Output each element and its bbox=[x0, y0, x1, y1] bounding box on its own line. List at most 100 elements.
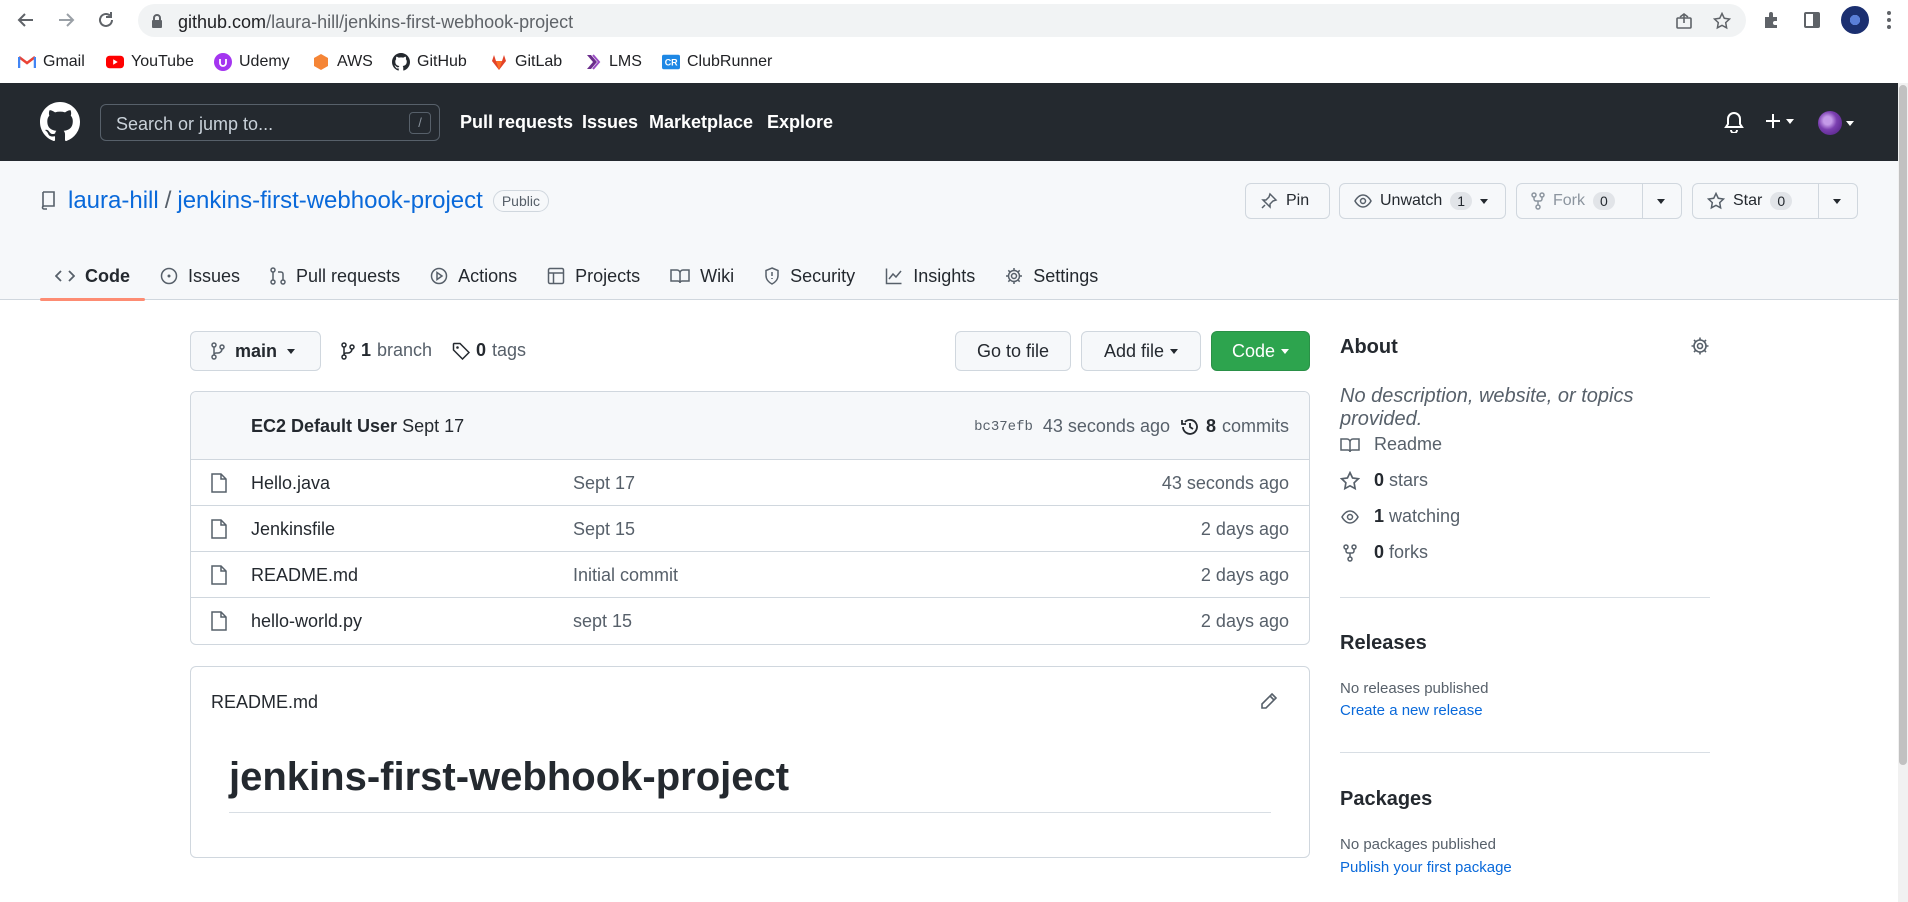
chevron-down-icon bbox=[1833, 198, 1841, 204]
nav-explore[interactable]: Explore bbox=[767, 112, 833, 133]
stars-link[interactable]: 0 stars bbox=[1340, 470, 1428, 491]
bookmarks-bar: Gmail YouTube Udemy AWS GitHub GitLab LM… bbox=[0, 41, 1908, 83]
bookmark-lms[interactable]: LMS bbox=[584, 49, 642, 75]
branch-icon bbox=[341, 341, 355, 360]
graph-icon bbox=[885, 268, 902, 285]
file-commit-message[interactable]: Initial commit bbox=[573, 565, 678, 586]
search-input[interactable]: Search or jump to... / bbox=[100, 104, 440, 141]
file-name-link[interactable]: Hello.java bbox=[251, 473, 330, 494]
tab-projects[interactable]: Projects bbox=[532, 252, 655, 300]
browser-menu-icon[interactable] bbox=[1884, 8, 1894, 32]
bookmark-gmail[interactable]: Gmail bbox=[18, 49, 85, 75]
create-new-dropdown[interactable] bbox=[1764, 112, 1794, 130]
repo-name-link[interactable]: jenkins-first-webhook-project bbox=[177, 187, 482, 215]
bookmark-github[interactable]: GitHub bbox=[392, 49, 467, 75]
file-name-link[interactable]: Jenkinsfile bbox=[251, 519, 335, 540]
tab-insights[interactable]: Insights bbox=[870, 252, 990, 300]
branch-selector[interactable]: main bbox=[190, 331, 321, 371]
about-settings-button[interactable] bbox=[1690, 336, 1710, 356]
divider bbox=[1340, 597, 1710, 598]
gear-icon bbox=[1691, 337, 1709, 355]
create-release-link[interactable]: Create a new release bbox=[1340, 702, 1483, 719]
branches-link[interactable]: 1 branch bbox=[341, 340, 432, 361]
url-text: github.com/laura-hill/jenkins-first-webh… bbox=[178, 12, 574, 32]
pin-button[interactable]: Pin bbox=[1245, 183, 1330, 219]
issue-icon bbox=[160, 267, 178, 285]
edit-readme-button[interactable] bbox=[1259, 691, 1279, 711]
visibility-badge: Public bbox=[492, 190, 549, 212]
forward-button[interactable] bbox=[52, 6, 80, 34]
star-icon bbox=[1340, 470, 1360, 490]
address-bar[interactable]: github.com/laura-hill/jenkins-first-webh… bbox=[138, 4, 1746, 37]
bookmark-youtube[interactable]: YouTube bbox=[106, 49, 194, 75]
play-icon bbox=[430, 267, 448, 285]
bookmark-udemy[interactable]: Udemy bbox=[214, 49, 290, 75]
fork-button[interactable]: Fork 0 bbox=[1517, 184, 1642, 218]
file-commit-message[interactable]: Sept 15 bbox=[573, 519, 635, 540]
about-section-header: About bbox=[1340, 336, 1710, 359]
star-dropdown[interactable] bbox=[1819, 184, 1855, 218]
chevron-down-icon bbox=[1170, 348, 1179, 354]
extensions-puzzle-icon[interactable] bbox=[1760, 8, 1784, 32]
bookmark-clubrunner[interactable]: CR ClubRunner bbox=[662, 49, 772, 75]
add-file-button[interactable]: Add file bbox=[1081, 331, 1201, 371]
tab-wiki[interactable]: Wiki bbox=[655, 252, 749, 300]
watching-link[interactable]: 1 watching bbox=[1340, 506, 1460, 527]
go-to-file-button[interactable]: Go to file bbox=[955, 331, 1071, 371]
reload-button[interactable] bbox=[92, 6, 120, 34]
readme-filename-link[interactable]: README.md bbox=[211, 692, 318, 713]
commit-sha[interactable]: bc37efb bbox=[974, 419, 1033, 435]
nav-marketplace[interactable]: Marketplace bbox=[649, 112, 753, 133]
commit-age: 43 seconds ago bbox=[1042, 416, 1170, 436]
code-button[interactable]: Code bbox=[1211, 331, 1310, 371]
commit-message[interactable]: Sept 17 bbox=[402, 416, 464, 436]
notifications-bell-icon[interactable] bbox=[1724, 111, 1744, 133]
commits-link[interactable]: 8 commits bbox=[1180, 416, 1289, 437]
readme-link[interactable]: Readme bbox=[1340, 434, 1442, 455]
unwatch-button[interactable]: Unwatch 1 bbox=[1339, 183, 1506, 219]
chevron-down-icon bbox=[1786, 118, 1794, 124]
tags-link[interactable]: 0 tags bbox=[452, 340, 526, 361]
fork-button-group: Fork 0 bbox=[1516, 183, 1682, 219]
side-panel-icon[interactable] bbox=[1800, 8, 1824, 32]
tab-code[interactable]: Code bbox=[40, 252, 145, 301]
file-commit-message[interactable]: sept 15 bbox=[573, 611, 632, 632]
user-menu-dropdown[interactable] bbox=[1818, 111, 1854, 135]
forks-link[interactable]: 0 forks bbox=[1340, 542, 1428, 563]
pin-icon bbox=[1261, 192, 1278, 209]
publish-package-link[interactable]: Publish your first package bbox=[1340, 859, 1512, 876]
fork-dropdown[interactable] bbox=[1643, 184, 1679, 218]
file-name-link[interactable]: README.md bbox=[251, 565, 358, 586]
back-button[interactable] bbox=[12, 6, 40, 34]
file-name-link[interactable]: hello-world.py bbox=[251, 611, 362, 632]
tab-settings[interactable]: Settings bbox=[990, 252, 1113, 300]
tab-issues[interactable]: Issues bbox=[145, 252, 255, 300]
table-row: README.md Initial commit 2 days ago bbox=[191, 552, 1309, 598]
bookmark-gitlab[interactable]: GitLab bbox=[490, 49, 562, 75]
commit-author[interactable]: EC2 Default User bbox=[251, 416, 397, 436]
gitlab-icon bbox=[490, 53, 508, 71]
file-commit-message[interactable]: Sept 17 bbox=[573, 473, 635, 494]
tab-pull-requests[interactable]: Pull requests bbox=[255, 252, 415, 300]
gmail-icon bbox=[18, 53, 36, 71]
file-commit-age: 2 days ago bbox=[1200, 565, 1289, 585]
share-icon[interactable] bbox=[1674, 11, 1694, 31]
tab-actions[interactable]: Actions bbox=[415, 252, 532, 300]
star-button[interactable]: Star 0 bbox=[1693, 184, 1818, 218]
table-row: hello-world.py sept 15 2 days ago bbox=[191, 598, 1309, 644]
nav-issues[interactable]: Issues bbox=[582, 112, 638, 133]
bookmark-aws[interactable]: AWS bbox=[312, 49, 373, 75]
packages-title[interactable]: Packages bbox=[1340, 788, 1432, 811]
scrollbar-thumb[interactable] bbox=[1899, 85, 1907, 765]
tab-security[interactable]: Security bbox=[749, 252, 870, 300]
nav-pull-requests[interactable]: Pull requests bbox=[460, 112, 573, 133]
releases-title[interactable]: Releases bbox=[1340, 632, 1427, 655]
commit-meta: bc37efb 43 seconds ago 8 commits bbox=[974, 416, 1289, 437]
github-logo-icon[interactable] bbox=[40, 102, 80, 142]
repo-separator: / bbox=[164, 187, 172, 214]
browser-profile-avatar[interactable] bbox=[1841, 6, 1869, 34]
bookmark-star-icon[interactable] bbox=[1712, 11, 1732, 31]
shield-icon bbox=[765, 267, 779, 285]
page-scrollbar[interactable] bbox=[1898, 83, 1908, 902]
repo-owner-link[interactable]: laura-hill bbox=[68, 187, 159, 215]
